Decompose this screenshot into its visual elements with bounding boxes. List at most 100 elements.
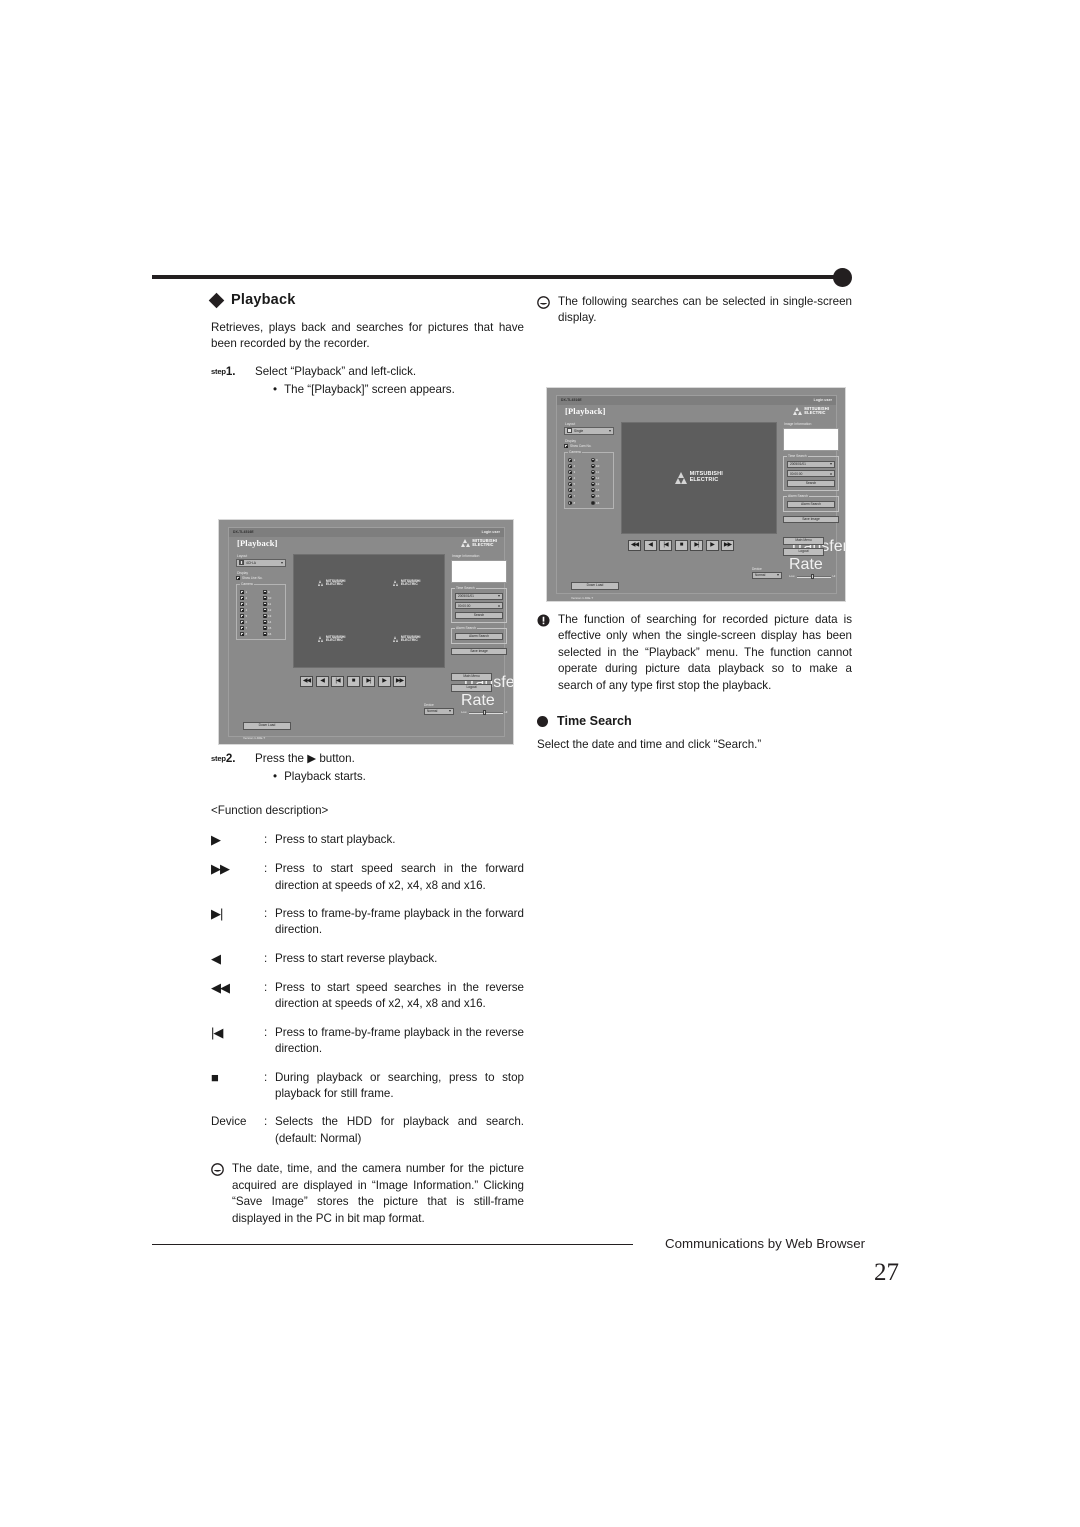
camera-toggle[interactable]: 15 <box>262 626 283 631</box>
camera-toggle[interactable]: 2 <box>240 595 260 600</box>
show-cam-no-checkbox-quad[interactable]: Show Live No. <box>236 575 286 580</box>
download-button-quad[interactable]: Down Load <box>243 721 291 730</box>
spinner-icon <box>830 472 832 476</box>
show-cam-no-checkbox-single[interactable]: Show Cam No. <box>564 443 614 448</box>
camera-toggle[interactable]: 6 <box>240 620 260 625</box>
transport-button[interactable]: |◀ <box>331 675 344 687</box>
date-select-quad[interactable]: 2005/01/01 <box>455 592 503 600</box>
watermark-text-1: MITSUBISHI ELECTRIC <box>326 578 346 586</box>
camera-toggle[interactable]: 11 <box>590 470 611 475</box>
transport-button[interactable]: ◀◀ <box>300 675 313 687</box>
camera-number-label: 8 <box>245 632 248 637</box>
transport-button[interactable]: ▶▶ <box>721 539 734 551</box>
alarm-search-button-quad[interactable]: Alarm Search <box>455 632 503 640</box>
camera-toggle[interactable]: 16 <box>262 632 283 637</box>
transport-button[interactable]: ■ <box>346 675 360 687</box>
transport-button[interactable]: ◀ <box>643 539 657 551</box>
search-button-single[interactable]: Search <box>787 479 835 487</box>
camera-toggle[interactable]: 16 <box>590 500 611 505</box>
app-screenshot-single: DX-TL4516E Login user [Playback] MITSUBI… <box>546 386 846 602</box>
transport-button[interactable]: |◀ <box>659 539 672 551</box>
app-model-label-single: DX-TL4516E <box>561 398 582 403</box>
alarm-search-button-single[interactable]: Alarm Search <box>787 500 835 508</box>
transport-button[interactable]: ◀ <box>315 675 329 687</box>
camera-toggle[interactable]: 10 <box>590 464 611 468</box>
video-cell-3[interactable]: MITSUBISHI ELECTRIC <box>294 611 369 667</box>
transport-button[interactable]: ▶ <box>705 539 719 551</box>
checkbox-icon <box>262 620 267 625</box>
camera-toggle[interactable]: 9 <box>262 589 283 594</box>
video-cell-4[interactable]: MITSUBISHI ELECTRIC <box>369 611 444 667</box>
function-colon: : <box>264 862 268 876</box>
camera-toggle[interactable]: 4 <box>568 476 588 481</box>
function-colon: : <box>264 980 268 994</box>
transport-button[interactable]: ▶| <box>362 675 375 687</box>
download-button-single[interactable]: Down Load <box>571 581 619 590</box>
logout-button-single[interactable]: Logout <box>783 547 824 556</box>
function-description: Press to start speed search in the forwa… <box>275 862 524 892</box>
layout-select-single[interactable]: Single <box>564 426 614 435</box>
transport-button[interactable]: ▶| <box>690 539 703 551</box>
camera-number-label: 15 <box>268 626 272 631</box>
camera-toggle[interactable]: 14 <box>262 620 283 625</box>
time-spinner-quad[interactable]: 00:00:00 <box>455 602 503 610</box>
time-search-caption-quad: Time Search <box>455 585 476 590</box>
main-menu-button-single[interactable]: Main Menu <box>783 536 824 545</box>
camera-toggle[interactable]: 12 <box>590 476 611 481</box>
video-area-single[interactable]: MITSUBISHI ELECTRIC <box>621 421 777 534</box>
save-image-button-quad[interactable]: Save Image <box>451 647 507 655</box>
mitsubishi-logo-icon <box>317 579 325 586</box>
camera-toggle[interactable]: 8 <box>568 500 588 505</box>
device-select-single[interactable]: Normal <box>752 571 782 579</box>
camera-toggle[interactable]: 7 <box>240 626 260 631</box>
search-button-quad[interactable]: Search <box>455 611 503 619</box>
camera-toggle[interactable]: 6 <box>568 488 588 493</box>
camera-toggle[interactable]: 11 <box>262 602 283 606</box>
main-menu-button-quad[interactable]: Main Menu <box>451 672 492 681</box>
alarm-search-group-single: Alarm Search Alarm Search <box>783 493 839 512</box>
camera-toggle[interactable]: 1 <box>240 589 260 594</box>
camera-toggle[interactable]: 12 <box>262 608 283 613</box>
camera-toggle[interactable]: 1 <box>568 457 588 462</box>
time-spinner-single[interactable]: 00:00:00 <box>787 470 835 478</box>
video-cell-1[interactable]: MITSUBISHI ELECTRIC <box>294 555 369 611</box>
app-page-title-single: [Playback] <box>565 406 606 416</box>
camera-toggle[interactable]: 2 <box>568 464 588 468</box>
camera-toggle[interactable]: 5 <box>240 614 260 619</box>
camera-toggle[interactable]: 10 <box>262 595 283 600</box>
layout-select-quad[interactable]: 4CH-A <box>236 558 286 567</box>
screenshot-quad-wrapper: DX-TL4516E Login user [Playback] MITSUBI… <box>211 399 524 759</box>
transfer-rate-slider-single[interactable] <box>796 573 831 580</box>
transport-button[interactable]: ◀◀ <box>628 539 641 551</box>
logout-button-quad[interactable]: Logout <box>451 683 492 692</box>
camera-toggle[interactable]: 3 <box>240 602 260 606</box>
transport-button[interactable]: ■ <box>674 539 688 551</box>
camera-toggle[interactable]: 7 <box>568 494 588 499</box>
slider-thumb[interactable] <box>810 573 814 580</box>
checkbox-icon <box>240 589 244 594</box>
video-area-quad[interactable]: MITSUBISHIELECTRIC MITSUBISHIELECTRIC <box>293 553 445 668</box>
camera-toggle[interactable]: 5 <box>568 482 588 487</box>
camera-toggle[interactable]: 8 <box>240 632 260 637</box>
date-select-single[interactable]: 2005/01/01 <box>787 460 835 468</box>
camera-toggle[interactable]: 13 <box>590 482 611 487</box>
transport-button[interactable]: ▶ <box>377 675 391 687</box>
device-select-quad[interactable]: Normal <box>424 707 454 715</box>
camera-toggle[interactable]: 15 <box>590 494 611 499</box>
save-image-button-single[interactable]: Save Image <box>783 515 839 523</box>
camera-toggle[interactable]: 3 <box>568 470 588 475</box>
slider-thumb[interactable] <box>482 709 486 716</box>
brand-logo-quad: MITSUBISHI ELECTRIC <box>461 538 497 547</box>
radio-icon <box>568 470 572 475</box>
camera-toggle[interactable]: 13 <box>262 614 283 619</box>
transfer-rate-slider-quad[interactable] <box>468 709 503 716</box>
camera-toggle[interactable]: 9 <box>590 457 611 462</box>
alarm-search-caption-quad: Alarm Search <box>455 625 477 630</box>
function-key: ▶ <box>211 832 221 848</box>
video-cell-2[interactable]: MITSUBISHI ELECTRIC <box>369 555 444 611</box>
camera-radio-grid-single: 1 9 2 10 3 11 4 12 5 13 6 14 7 15 8 16 <box>568 457 611 505</box>
camera-toggle[interactable]: 4 <box>240 608 260 613</box>
time-search-paragraph: Select the date and time and click “Sear… <box>537 738 762 752</box>
transport-button[interactable]: ▶▶ <box>393 675 406 687</box>
camera-toggle[interactable]: 14 <box>590 488 611 493</box>
